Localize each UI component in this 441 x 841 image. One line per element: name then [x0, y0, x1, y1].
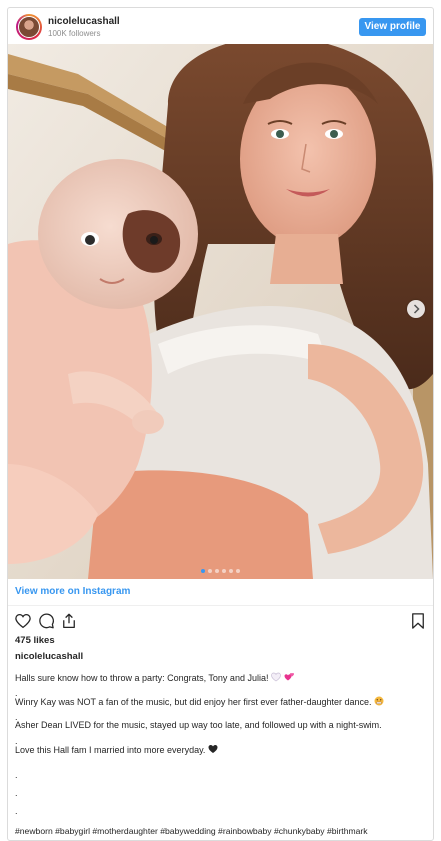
- caption-line: Halls sure know how to throw a party: Co…: [15, 672, 295, 683]
- carousel-dot: [201, 569, 205, 573]
- carousel-dot: [215, 569, 219, 573]
- follower-count: 100K followers: [48, 29, 101, 38]
- instagram-embed-card: nicolelucashall 100K followers View prof…: [7, 7, 434, 841]
- black-heart-icon: [208, 745, 218, 753]
- grimacing-face-icon: [374, 696, 384, 706]
- divider: [8, 605, 433, 606]
- caption-text: Asher Dean LIVED for the music, stayed u…: [15, 720, 382, 730]
- carousel-dot: [208, 569, 212, 573]
- share-icon[interactable]: [60, 612, 78, 630]
- chevron-right-icon: [413, 304, 420, 314]
- avatar-image: [18, 16, 40, 38]
- caption-text: Winry Kay was NOT a fan of the music, bu…: [15, 697, 372, 707]
- two-hearts-icon: [284, 673, 294, 681]
- photo-illustration: [8, 44, 433, 579]
- view-profile-button[interactable]: View profile: [359, 18, 426, 36]
- carousel-dot: [222, 569, 226, 573]
- caption-dot: .: [15, 788, 18, 798]
- caption-dot: .: [15, 806, 18, 816]
- post-header: nicolelucashall 100K followers View prof…: [8, 8, 433, 44]
- caption-line: Winry Kay was NOT a fan of the music, bu…: [15, 696, 384, 707]
- caption-hashtags[interactable]: #newborn #babygirl #motherdaughter #baby…: [15, 826, 368, 836]
- caption-text: Love this Hall fam I married into more e…: [15, 745, 206, 755]
- caption-dot: .: [15, 770, 18, 780]
- next-image-button[interactable]: [407, 300, 425, 318]
- caption-line: Love this Hall fam I married into more e…: [15, 744, 218, 755]
- post-photo[interactable]: [8, 44, 433, 579]
- profile-username[interactable]: nicolelucashall: [48, 16, 120, 27]
- avatar[interactable]: [16, 14, 42, 40]
- like-count[interactable]: 475 likes: [15, 635, 55, 646]
- bookmark-icon[interactable]: [409, 612, 427, 630]
- caption-username[interactable]: nicolelucashall: [15, 651, 83, 662]
- view-more-link[interactable]: View more on Instagram: [15, 586, 130, 597]
- white-heart-icon: [271, 672, 281, 682]
- comment-bubble-icon[interactable]: [37, 612, 55, 630]
- caption-line: Asher Dean LIVED for the music, stayed u…: [15, 720, 382, 730]
- carousel-dot: [229, 569, 233, 573]
- heart-outline-icon[interactable]: [14, 612, 32, 630]
- carousel-dot: [236, 569, 240, 573]
- carousel-indicator: [8, 569, 433, 573]
- caption-text: Halls sure know how to throw a party: Co…: [15, 673, 269, 683]
